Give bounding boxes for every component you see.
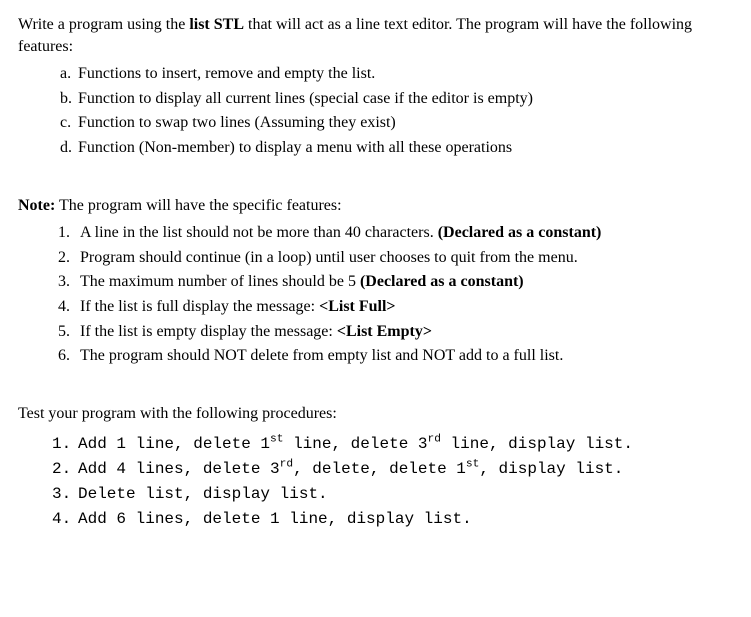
test-marker: 1. <box>52 432 78 457</box>
feature-text: Function (Non-member) to display a menu … <box>78 137 512 159</box>
note-marker: 2. <box>58 247 80 269</box>
note-text: The maximum number of lines should be 5 … <box>80 271 524 293</box>
feature-item-d: d. Function (Non-member) to display a me… <box>60 137 733 159</box>
seg: Add 4 lines, delete 3 <box>78 460 280 478</box>
test-marker: 4. <box>52 507 78 532</box>
test-text: Add 1 line, delete 1st line, delete 3rd … <box>78 432 633 457</box>
note-pre: If the list is full display the message: <box>80 298 319 315</box>
feature-item-c: c. Function to swap two lines (Assuming … <box>60 112 733 134</box>
intro-paragraph: Write a program using the list STL that … <box>18 14 733 57</box>
note-text: A line in the list should not be more th… <box>80 222 601 244</box>
test-item-4: 4. Add 6 lines, delete 1 line, display l… <box>52 507 733 532</box>
note-intro-bold: Note: <box>18 197 55 214</box>
seg: , display list. <box>479 460 623 478</box>
test-marker: 2. <box>52 457 78 482</box>
note-item-2: 2. Program should continue (in a loop) u… <box>58 247 733 269</box>
feature-text: Function to swap two lines (Assuming the… <box>78 112 396 134</box>
note-marker: 6. <box>58 345 80 367</box>
feature-item-b: b. Function to display all current lines… <box>60 88 733 110</box>
intro-bold: list STL <box>189 16 244 33</box>
note-item-4: 4. If the list is full display the messa… <box>58 296 733 318</box>
feature-text: Function to display all current lines (s… <box>78 88 533 110</box>
seg: line, display list. <box>441 435 633 453</box>
intro-pre: Write a program using the <box>18 16 189 33</box>
note-bold: <List Full> <box>319 298 395 315</box>
test-item-1: 1. Add 1 line, delete 1st line, delete 3… <box>52 432 733 457</box>
note-text: If the list is full display the message:… <box>80 296 396 318</box>
note-text: If the list is empty display the message… <box>80 321 432 343</box>
seg: Add 1 line, delete 1 <box>78 435 270 453</box>
note-item-6: 6. The program should NOT delete from em… <box>58 345 733 367</box>
note-marker: 1. <box>58 222 80 244</box>
note-pre: If the list is empty display the message… <box>80 323 337 340</box>
note-bold: (Declared as a constant) <box>360 273 524 290</box>
test-item-3: 3. Delete list, display list. <box>52 482 733 507</box>
note-marker: 5. <box>58 321 80 343</box>
note-marker: 3. <box>58 271 80 293</box>
note-intro-text: The program will have the specific featu… <box>55 197 341 214</box>
ordinal-sup: rd <box>280 459 293 471</box>
note-text: The program should NOT delete from empty… <box>80 345 563 367</box>
note-item-5: 5. If the list is empty display the mess… <box>58 321 733 343</box>
note-pre: A line in the list should not be more th… <box>80 224 438 241</box>
ordinal-sup: rd <box>428 434 441 446</box>
ordinal-sup: st <box>270 434 283 446</box>
feature-marker: d. <box>60 137 78 159</box>
note-bold: (Declared as a constant) <box>438 224 602 241</box>
test-text: Add 4 lines, delete 3rd, delete, delete … <box>78 457 623 482</box>
note-bold: <List Empty> <box>337 323 432 340</box>
feature-marker: b. <box>60 88 78 110</box>
note-list: 1. A line in the list should not be more… <box>18 222 733 367</box>
note-marker: 4. <box>58 296 80 318</box>
feature-marker: c. <box>60 112 78 134</box>
feature-item-a: a. Functions to insert, remove and empty… <box>60 63 733 85</box>
test-marker: 3. <box>52 482 78 507</box>
seg: line, delete 3 <box>283 435 427 453</box>
test-text: Delete list, display list. <box>78 482 328 507</box>
test-intro: Test your program with the following pro… <box>18 403 733 425</box>
feature-list: a. Functions to insert, remove and empty… <box>18 63 733 158</box>
feature-marker: a. <box>60 63 78 85</box>
note-item-1: 1. A line in the list should not be more… <box>58 222 733 244</box>
feature-text: Functions to insert, remove and empty th… <box>78 63 375 85</box>
ordinal-sup: st <box>466 459 479 471</box>
seg: , delete, delete 1 <box>293 460 466 478</box>
note-item-3: 3. The maximum number of lines should be… <box>58 271 733 293</box>
test-text: Add 6 lines, delete 1 line, display list… <box>78 507 472 532</box>
test-list: 1. Add 1 line, delete 1st line, delete 3… <box>18 432 733 531</box>
note-pre: The maximum number of lines should be 5 <box>80 273 360 290</box>
note-text: Program should continue (in a loop) unti… <box>80 247 578 269</box>
test-item-2: 2. Add 4 lines, delete 3rd, delete, dele… <box>52 457 733 482</box>
note-intro: Note: The program will have the specific… <box>18 195 733 217</box>
